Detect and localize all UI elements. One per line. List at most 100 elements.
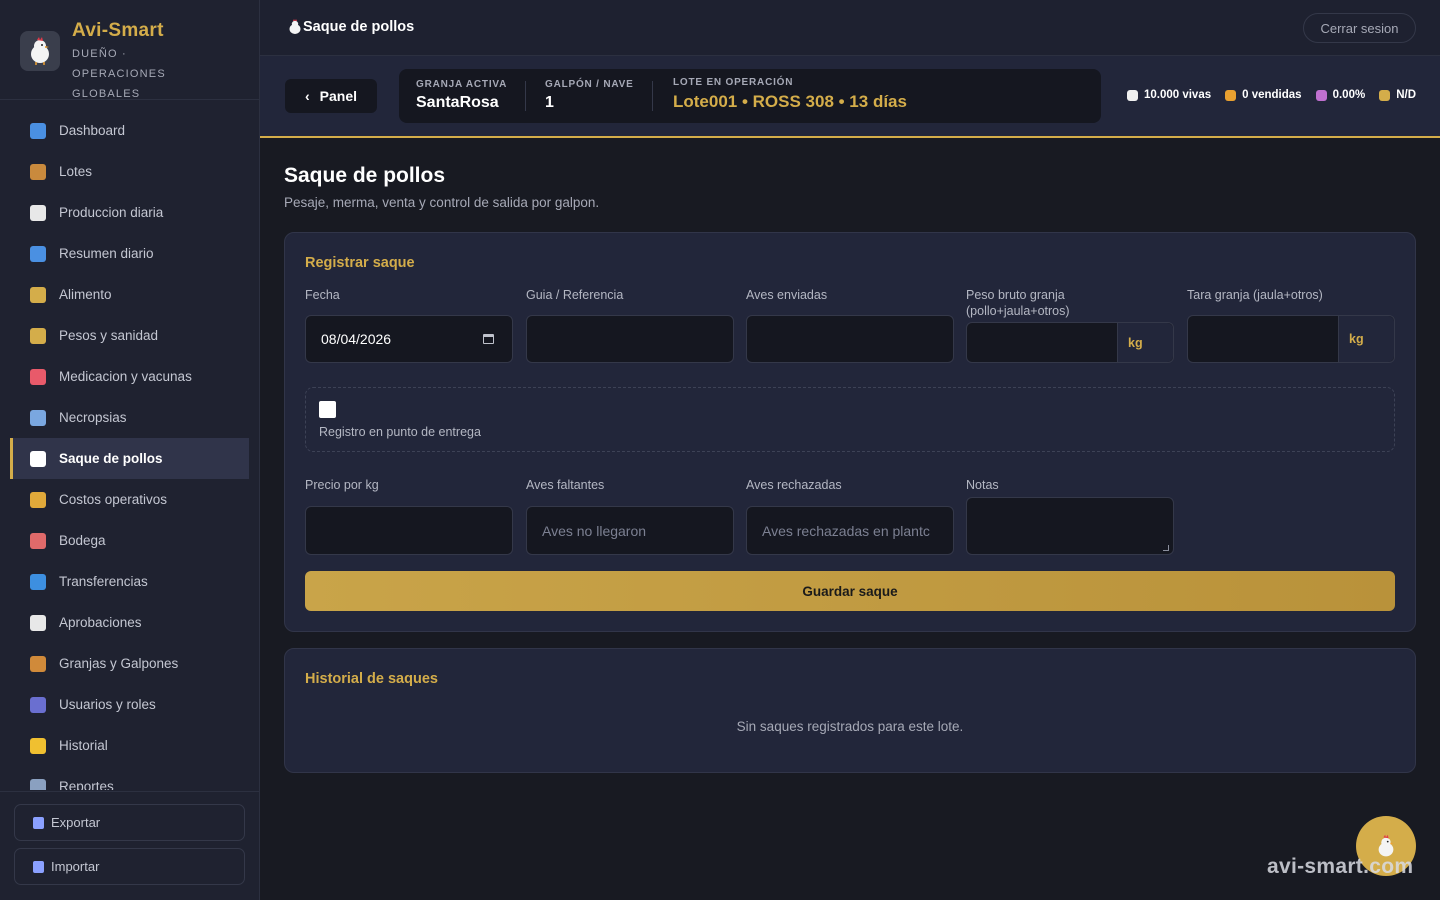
users-icon: [30, 696, 46, 713]
sidebar-item-label: Alimento: [59, 287, 112, 302]
sidebar-item-granjas-y-galpones[interactable]: Granjas y Galpones: [10, 643, 249, 684]
shed-label: GALPÓN / NAVE: [545, 79, 634, 90]
faltantes-label: Aves faltantes: [526, 478, 605, 492]
feather-icon: [1315, 89, 1327, 101]
truck-icon: [1225, 89, 1237, 101]
money-bag-icon: [30, 491, 46, 508]
sidebar-item-costos-operativos[interactable]: Costos operativos: [10, 479, 249, 520]
sidebar-item-label: Historial: [59, 738, 108, 753]
sidebar-nav: Dashboard Lotes Produccion diaria Resumen d…: [10, 110, 249, 790]
sidebar-item-bodega[interactable]: Bodega: [10, 520, 249, 561]
bar-chart-icon: [30, 122, 46, 139]
box-icon: [30, 163, 46, 180]
sidebar-item-label: Transferencias: [59, 574, 148, 589]
lot-stat: 0.00%: [1315, 89, 1365, 101]
sidebar-item-saque-de-pollos[interactable]: Saque de pollos: [10, 438, 249, 479]
sidebar-item-necropsias[interactable]: Necropsias: [10, 397, 249, 438]
sidebar-item-transferencias[interactable]: Transferencias: [10, 561, 249, 602]
topbar-title: Saque de pollos: [287, 19, 414, 35]
divider: [525, 81, 526, 111]
tara-input[interactable]: kg: [1187, 315, 1395, 363]
sidebar-item-historial[interactable]: Historial: [10, 725, 249, 766]
import-button[interactable]: Importar: [14, 848, 245, 885]
precio-input[interactable]: [305, 506, 513, 555]
sidebar: Avi-Smart DUEÑO · OPERACIONES GLOBALES D…: [0, 0, 260, 900]
bar-chart-icon: [30, 245, 46, 262]
shed-segment: GALPÓN / NAVE 1: [545, 69, 634, 123]
peso-bruto-label: Peso bruto granja (pollo+jaula+otros): [966, 288, 1070, 318]
brand-subtitle: DUEÑO · OPERACIONES GLOBALES: [72, 48, 166, 100]
top-bar: Saque de pollos Cerrar sesion: [260, 0, 1440, 56]
transfer-icon: [30, 573, 46, 590]
lot-stat-value: N/D: [1396, 89, 1416, 101]
lot-stat-value: 0 vendidas: [1242, 89, 1302, 101]
context-bar: ‹ Panel GRANJA ACTIVA SantaRosa GALPÓN /…: [260, 56, 1440, 138]
chevron-left-icon: ‹: [304, 88, 310, 104]
sidebar-item-label: Pesos y sanidad: [59, 328, 159, 343]
aves-enviadas-input[interactable]: [746, 315, 954, 363]
import-label: Importar: [51, 859, 100, 874]
import-icon: [33, 860, 44, 873]
fecha-input[interactable]: 08/04/2026: [305, 315, 513, 363]
farm-label: GRANJA ACTIVA: [416, 79, 508, 90]
chicken-icon: [289, 19, 301, 34]
sidebar-item-label: Dashboard: [59, 123, 126, 138]
context-card: GRANJA ACTIVA SantaRosa GALPÓN / NAVE 1 …: [399, 69, 1101, 123]
back-to-panel-button[interactable]: ‹ Panel: [285, 79, 377, 113]
sidebar-item-label: Lotes: [59, 164, 93, 179]
page-subtitle: Pesaje, merma, venta y control de salida…: [284, 195, 600, 210]
brand: Avi-Smart DUEÑO · OPERACIONES GLOBALES: [0, 0, 259, 100]
sidebar-item-alimento[interactable]: Alimento: [10, 274, 249, 315]
scale-icon: [30, 327, 46, 344]
pill-icon: [30, 368, 46, 385]
tara-label: Tara granja (jaula+otros): [1187, 288, 1323, 302]
store-icon: [30, 532, 46, 549]
sidebar-item-aprobaciones[interactable]: Aprobaciones: [10, 602, 249, 643]
entrega-checkbox[interactable]: [319, 401, 336, 418]
farm-value: SantaRosa: [416, 94, 499, 111]
sidebar-item-lotes[interactable]: Lotes: [10, 151, 249, 192]
sidebar-item-label: Bodega: [59, 533, 106, 548]
rechazadas-label: Aves rechazadas: [746, 478, 842, 492]
notas-label: Notas: [966, 478, 999, 492]
faltantes-input[interactable]: Aves no llegaron: [526, 506, 734, 555]
sidebar-item-medicacion-y-vacunas[interactable]: Medicacion y vacunas: [10, 356, 249, 397]
save-saque-button[interactable]: Guardar saque: [305, 571, 1395, 611]
sidebar-item-label: Reportes: [59, 779, 114, 790]
lot-stat: N/D: [1379, 89, 1416, 101]
sidebar-item-dashboard[interactable]: Dashboard: [10, 110, 249, 151]
sidebar-item-label: Costos operativos: [59, 492, 168, 507]
sidebar-item-produccion-diaria[interactable]: Produccion diaria: [10, 192, 249, 233]
peso-bruto-input[interactable]: kg: [966, 322, 1174, 363]
sidebar-item-resumen-diario[interactable]: Resumen diario: [10, 233, 249, 274]
peso-bruto-unit: kg: [1117, 323, 1173, 362]
notas-textarea[interactable]: [966, 497, 1174, 555]
entrega-box: Registro en punto de entrega: [305, 387, 1395, 452]
entrega-checkbox-label: Registro en punto de entrega: [319, 425, 481, 439]
lot-label: LOTE EN OPERACIÓN: [673, 77, 794, 88]
lot-stats: 10.000 vivas 0 vendidas 0.00% N/D: [1126, 89, 1416, 101]
history-card-title: Historial de saques: [305, 671, 438, 687]
logout-button[interactable]: Cerrar sesion: [1303, 13, 1416, 43]
divider: [652, 81, 653, 111]
history-empty-message: Sin saques registrados para este lote.: [736, 719, 964, 734]
sidebar-item-reportes[interactable]: Reportes: [10, 766, 249, 790]
aves-enviadas-label: Aves enviadas: [746, 288, 828, 302]
lot-stat: 10.000 vivas: [1126, 89, 1211, 101]
guia-label: Guia / Referencia: [526, 288, 624, 302]
sidebar-item-label: Usuarios y roles: [59, 697, 156, 712]
export-button[interactable]: Exportar: [14, 804, 245, 841]
chicken-icon: [30, 450, 46, 467]
sidebar-item-usuarios-y-roles[interactable]: Usuarios y roles: [10, 684, 249, 725]
sidebar-item-pesos-y-sanidad[interactable]: Pesos y sanidad: [10, 315, 249, 356]
house-icon: [30, 655, 46, 672]
resize-handle-icon[interactable]: [1163, 545, 1169, 551]
back-label: Panel: [319, 88, 358, 104]
tara-unit: kg: [1338, 316, 1394, 362]
folder-icon: [30, 737, 46, 754]
calendar-icon[interactable]: [483, 334, 494, 344]
rechazadas-input[interactable]: Aves rechazadas en plantc: [746, 506, 954, 555]
guia-input[interactable]: [526, 315, 734, 363]
clipboard-icon: [30, 204, 46, 221]
clipboard-icon: [30, 614, 46, 631]
